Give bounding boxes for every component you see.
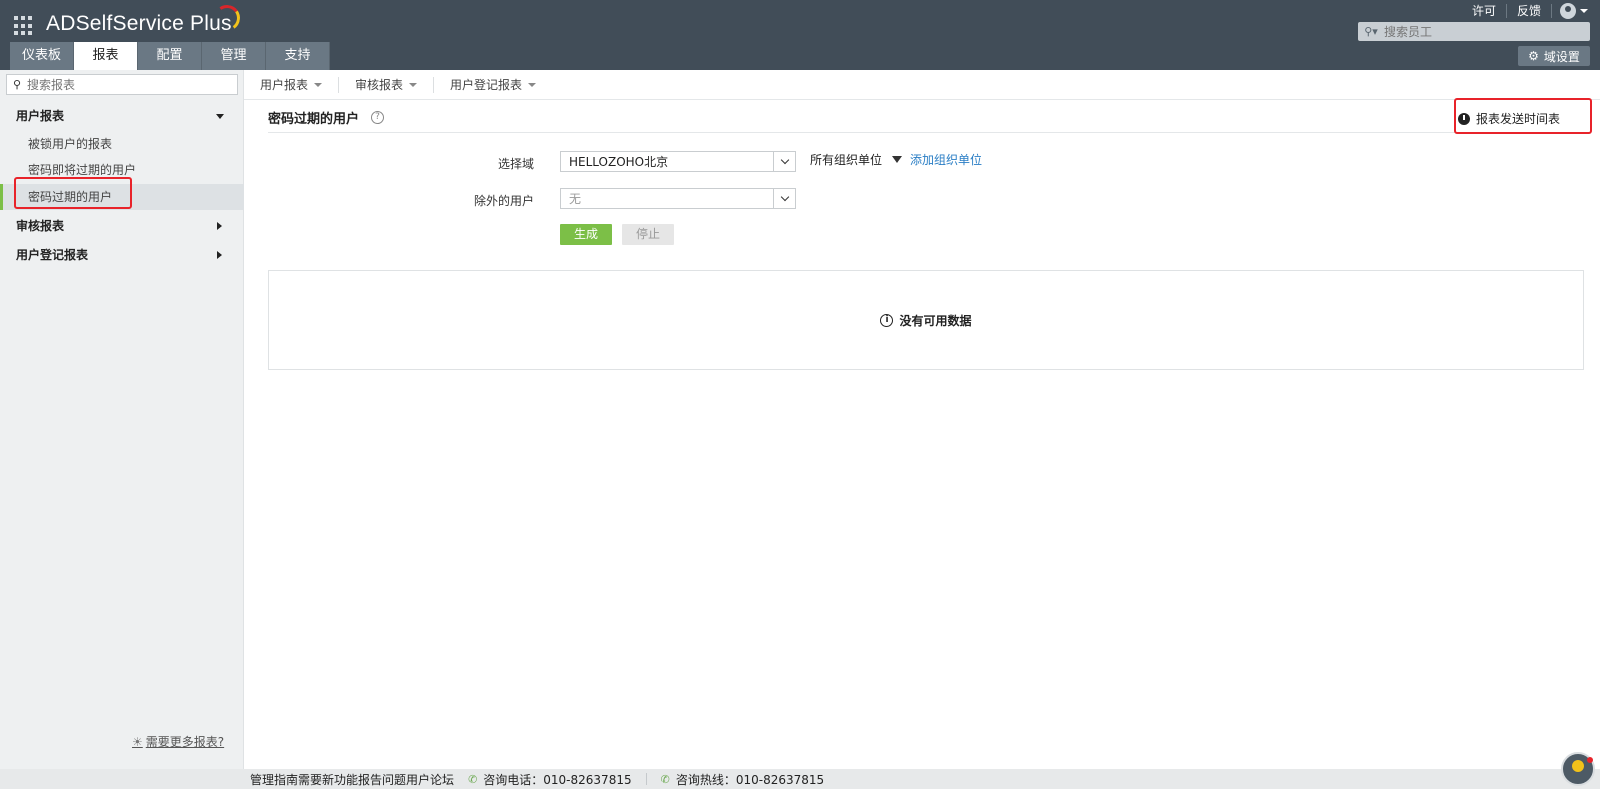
tab-admin[interactable]: 管理 [202, 42, 266, 70]
footer-divider [645, 773, 647, 785]
domain-settings-label: 域设置 [1543, 49, 1580, 64]
main-nav: 仪表板 报表 配置 管理 支持 [10, 42, 330, 70]
tab-reports[interactable]: 报表 [74, 42, 138, 70]
gear-icon: ⚙ [1528, 49, 1539, 63]
employee-search-input[interactable] [1384, 24, 1574, 39]
employee-search[interactable]: ⚲▾ [1358, 22, 1590, 41]
help-icon[interactable]: ? [371, 111, 385, 124]
footer-hotline-text: 咨询热线：010-82637815 [675, 772, 825, 787]
caret-down-icon [216, 114, 224, 119]
chevron-down-icon [773, 152, 795, 171]
feedback-link[interactable]: 反馈 [1507, 4, 1552, 18]
sidebar-group-enrollment-reports[interactable]: 用户登记报表 [0, 242, 244, 268]
sidebar: ⚲ 用户报表 被锁用户的报表 密码即将过期的用户 密码过期的用户 审核报表 用户… [0, 70, 244, 769]
results-panel: i 没有可用数据 [268, 270, 1584, 370]
caret-right-icon [217, 251, 222, 259]
main-content: 用户报表 审核报表 用户登记报表 密码过期的用户 ? 报表发送时间表 选择域 H… [244, 70, 1600, 769]
chevron-down-icon [773, 189, 795, 208]
sidebar-group-label: 用户报表 [16, 109, 65, 123]
footer-link-feature-request[interactable]: 需要新功能 [298, 771, 358, 788]
sidebar-group-label: 审核报表 [16, 219, 65, 233]
top-links: 许可 反馈 [1462, 3, 1588, 19]
chat-assistant-icon[interactable] [1561, 752, 1595, 786]
exclude-users-value: 无 [569, 192, 582, 206]
chevron-down-icon [314, 82, 323, 87]
stop-button[interactable]: 停止 [622, 224, 674, 245]
exclude-users-label: 除外的用户 [473, 194, 534, 208]
user-menu-caret-icon[interactable] [1580, 9, 1588, 13]
domain-select-value: HELLOZOHO北京 [569, 155, 669, 169]
filter-icon[interactable] [892, 156, 903, 163]
apps-grid-icon[interactable] [14, 16, 34, 36]
no-data-message: i 没有可用数据 [880, 312, 972, 329]
logo-text: ADSelfService [46, 12, 184, 35]
more-reports-label: 需要更多报表? [145, 735, 225, 749]
license-link[interactable]: 许可 [1462, 4, 1507, 18]
subnav-audit-reports[interactable]: 审核报表 [355, 76, 435, 93]
tab-dashboard[interactable]: 仪表板 [10, 42, 74, 70]
footer-link-admin-guide[interactable]: 管理指南 [250, 771, 298, 788]
user-avatar-icon[interactable] [1560, 3, 1576, 19]
page-title: 密码过期的用户 ? [268, 108, 385, 127]
title-divider [268, 132, 1584, 133]
sidebar-group-audit-reports[interactable]: 审核报表 [0, 213, 244, 239]
subnav-label: 审核报表 [355, 77, 404, 92]
search-icon: ⚲ [12, 78, 22, 91]
page-title-text: 密码过期的用户 [268, 112, 360, 127]
caret-right-icon [217, 222, 222, 230]
phone-icon: ✆ [660, 772, 670, 786]
chevron-down-icon [528, 82, 537, 87]
sidebar-group-user-reports[interactable]: 用户报表 [0, 103, 244, 129]
highlight-box-schedule [1454, 98, 1592, 134]
footer-phone-text: 咨询电话：010-82637815 [483, 772, 632, 787]
domain-settings-button[interactable]: ⚙ 域设置 [1518, 46, 1590, 66]
chevron-down-icon [409, 82, 418, 87]
sidebar-group-label: 用户登记报表 [16, 248, 89, 262]
phone-icon: ✆ [468, 772, 478, 786]
footer-link-report-issue[interactable]: 报告问题 [358, 771, 406, 788]
highlight-box-sidebar [14, 177, 132, 209]
footer-phone: ✆ 咨询电话：010-82637815 [468, 771, 632, 788]
no-data-text: 没有可用数据 [899, 313, 972, 328]
footer-hotline: ✆ 咨询热线：010-82637815 [661, 771, 825, 788]
domain-select[interactable]: HELLOZOHO北京 [560, 151, 796, 172]
report-search[interactable]: ⚲ [6, 74, 238, 95]
more-reports-link[interactable]: ☀ 需要更多报表? [132, 733, 224, 750]
ou-text: 所有组织单位 [810, 153, 883, 167]
app-header: ADSelfService Plus 许可 反馈 ⚲▾ 仪表板 报表 配置 管理… [0, 0, 1600, 70]
subnav-label: 用户报表 [260, 77, 309, 92]
subnav-label: 用户登记报表 [450, 77, 523, 92]
sidebar-item-locked-users[interactable]: 被锁用户的报表 [0, 131, 244, 157]
tab-configuration[interactable]: 配置 [138, 42, 202, 70]
search-icon: ⚲▾ [1364, 25, 1378, 38]
generate-button[interactable]: 生成 [560, 224, 612, 245]
info-icon: i [880, 313, 894, 327]
ou-selection: 所有组织单位 添加组织单位 [810, 151, 982, 168]
footer: 管理指南 需要新功能 报告问题 用户论坛 ✆ 咨询电话：010-82637815… [0, 769, 1600, 789]
subnav-user-reports[interactable]: 用户报表 [260, 76, 340, 93]
add-ou-link[interactable]: 添加组织单位 [910, 151, 982, 168]
domain-label: 选择域 [497, 157, 534, 171]
exclude-users-select[interactable]: 无 [560, 188, 796, 209]
tab-support[interactable]: 支持 [266, 42, 330, 70]
report-search-input[interactable] [27, 77, 227, 92]
bulb-icon: ☀ [132, 734, 143, 749]
report-subnav: 用户报表 审核报表 用户登记报表 [244, 70, 1600, 100]
app-logo[interactable]: ADSelfService Plus [46, 12, 232, 36]
subnav-enrollment-reports[interactable]: 用户登记报表 [450, 77, 552, 93]
footer-link-user-forum[interactable]: 用户论坛 [406, 771, 454, 788]
